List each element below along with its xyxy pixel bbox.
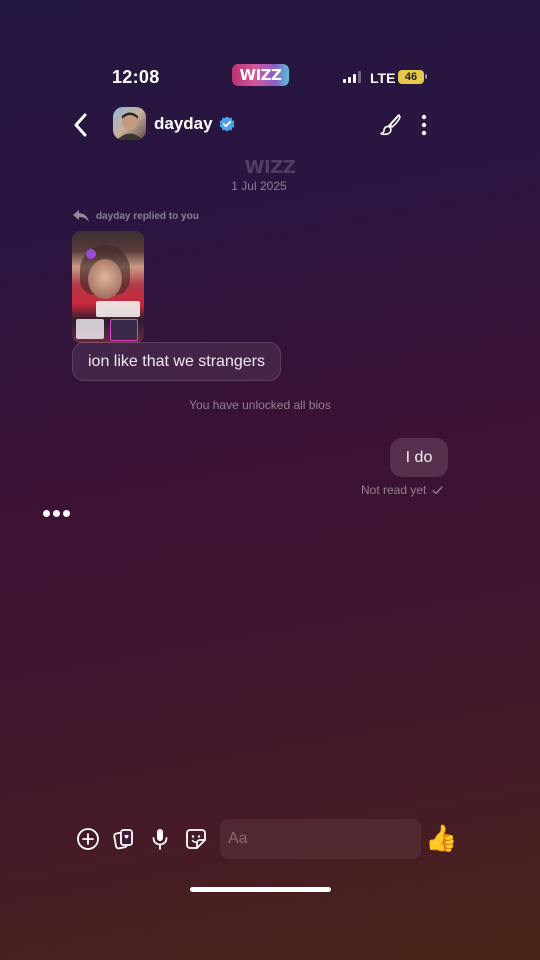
story-thumb-card <box>96 301 140 317</box>
username-wrap[interactable]: dayday <box>154 114 235 134</box>
story-thumb-sticker <box>86 249 96 259</box>
reply-note: dayday replied to you <box>72 209 199 223</box>
more-options-button[interactable] <box>414 112 434 138</box>
reply-arrow-icon <box>73 210 89 222</box>
story-thumb-card <box>76 319 104 339</box>
date-logo: WIZZ <box>244 157 296 178</box>
typing-dot <box>63 510 70 517</box>
cards-button[interactable] <box>112 827 136 851</box>
message-composer: 👍 <box>0 818 540 860</box>
sticker-icon <box>186 829 206 849</box>
more-vertical-icon <box>421 114 427 136</box>
battery-icon: 46 <box>398 70 424 84</box>
typing-dot <box>53 510 60 517</box>
status-time: 12:08 <box>112 67 160 87</box>
paintbrush-icon <box>380 114 401 136</box>
incoming-message-bubble[interactable]: ion like that we strangers <box>72 342 281 381</box>
battery-cap <box>425 74 427 79</box>
status-bar: 12:08 WIZZ LTE 46 <box>0 62 540 92</box>
cards-icon <box>113 829 133 850</box>
chevron-left-icon <box>74 113 87 137</box>
back-button[interactable] <box>68 109 96 141</box>
story-thumbnail[interactable] <box>72 231 144 343</box>
outgoing-message-text: I do <box>405 448 433 466</box>
typing-indicator <box>43 510 70 517</box>
typing-dot <box>43 510 50 517</box>
sticker-button[interactable] <box>184 827 208 851</box>
paintbrush-button[interactable] <box>378 113 402 137</box>
reply-note-text: dayday replied to you <box>96 210 199 222</box>
avatar-image <box>117 112 143 140</box>
plus-circle-icon <box>77 828 99 850</box>
message-input[interactable] <box>220 819 421 859</box>
date-separator: 1 Jul 2025 <box>231 179 287 193</box>
incoming-message-text: ion like that we strangers <box>88 352 265 370</box>
chat-header: dayday <box>0 105 540 145</box>
home-indicator[interactable] <box>190 887 331 892</box>
signal-icon <box>343 71 361 83</box>
voice-button[interactable] <box>148 827 172 851</box>
check-icon <box>432 485 444 494</box>
story-thumb-face <box>88 259 122 299</box>
system-note: You have unlocked all bios <box>189 398 331 412</box>
read-status-text: Not read yet <box>361 483 427 497</box>
add-button[interactable] <box>76 827 100 851</box>
avatar[interactable] <box>113 107 146 140</box>
verified-badge-icon <box>219 116 235 132</box>
microphone-icon <box>152 829 168 850</box>
outgoing-message-bubble[interactable]: I do <box>390 438 448 477</box>
read-status: Not read yet <box>361 483 444 497</box>
wizz-logo: WIZZ <box>232 64 289 86</box>
chat-username[interactable]: dayday <box>154 114 213 134</box>
thumbs-up-button[interactable]: 👍 <box>425 823 457 853</box>
network-type: LTE <box>370 70 396 86</box>
story-thumb-card <box>110 319 138 341</box>
